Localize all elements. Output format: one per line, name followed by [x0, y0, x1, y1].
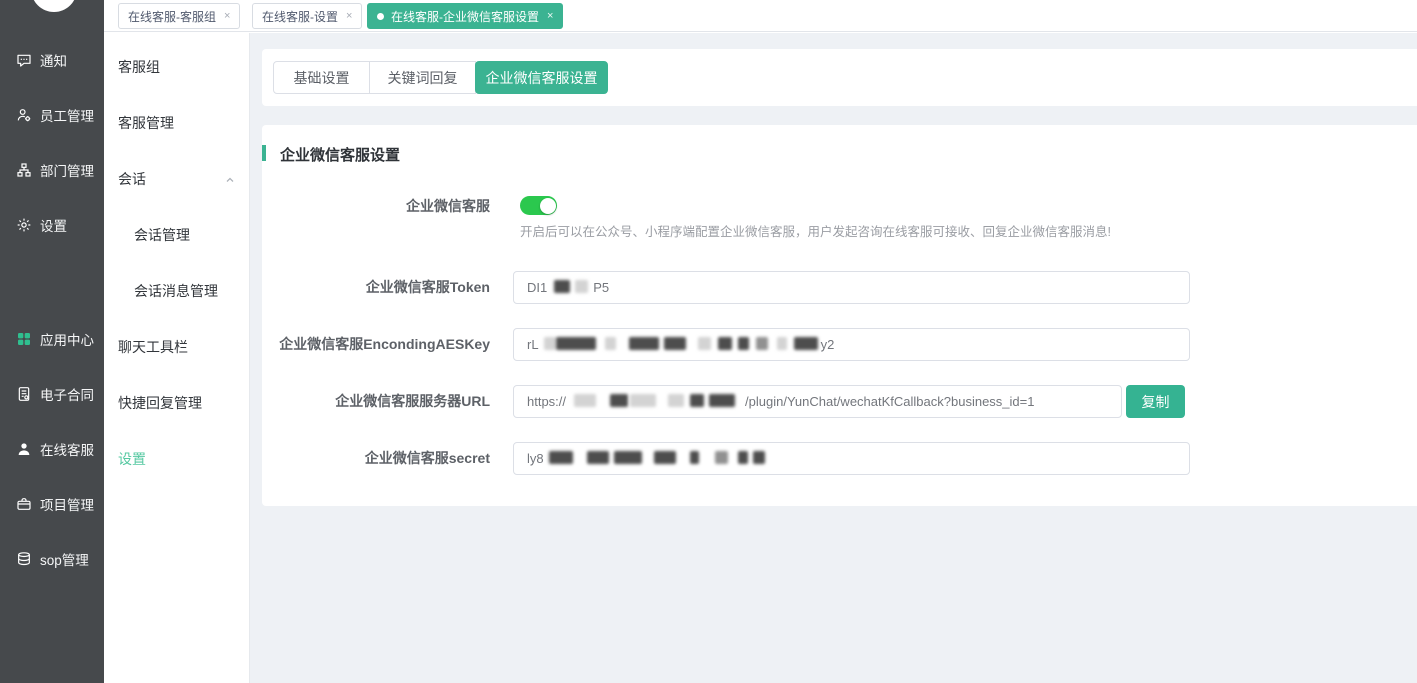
sidebar-item-projects[interactable]: 项目管理 [15, 494, 94, 514]
submenu-item-label: 设置 [118, 449, 146, 469]
sidebar-item-label: sop管理 [40, 549, 89, 569]
close-icon[interactable]: × [346, 11, 352, 22]
submenu-item-label: 快捷回复管理 [118, 393, 202, 413]
primary-sidebar: 通知 员工管理 部门管理 设置 应用中心 电子合同 在线客服 [0, 0, 104, 683]
submenu-item-sessions[interactable]: 会话 [104, 169, 250, 189]
sidebar-item-e-contract[interactable]: 电子合同 [15, 384, 94, 404]
window-tab-label: 在线客服-设置 [262, 8, 338, 25]
employee-management-icon [15, 107, 32, 124]
sidebar-item-label: 项目管理 [40, 494, 94, 514]
close-icon[interactable]: × [547, 11, 553, 22]
window-tab-label: 在线客服-客服组 [128, 8, 216, 25]
secret-label: 企业微信客服secret [262, 448, 490, 468]
sidebar-item-label: 设置 [40, 215, 67, 235]
sidebar-item-label: 员工管理 [40, 105, 94, 125]
sidebar-item-employees[interactable]: 员工管理 [15, 105, 94, 125]
submenu-item-session-management[interactable]: 会话管理 [104, 225, 250, 245]
notification-icon [15, 52, 32, 69]
submenu-item-label: 会话消息管理 [134, 281, 218, 301]
submenu-item-label: 聊天工具栏 [118, 337, 188, 357]
department-management-icon [15, 162, 32, 179]
sidebar-item-label: 在线客服 [40, 439, 94, 459]
sidebar-item-label: 应用中心 [40, 329, 94, 349]
sidebar-item-sop[interactable]: sop管理 [15, 549, 89, 569]
token-label: 企业微信客服Token [262, 277, 490, 297]
sop-management-icon [15, 551, 32, 568]
sidebar-item-label: 通知 [40, 50, 67, 70]
tab-keyword-reply[interactable]: 关键词回复 [369, 61, 476, 94]
secondary-sidebar: 客服组 客服管理 会话 会话管理 会话消息管理 聊天工具栏 快捷回复管理 设置 [104, 33, 250, 683]
sidebar-item-app-center[interactable]: 应用中心 [15, 329, 94, 349]
token-input[interactable]: DI1 P5 [513, 271, 1190, 304]
online-service-icon [15, 441, 32, 458]
toggle-label: 企业微信客服 [262, 196, 490, 216]
content-tab-group: 基础设置 关键词回复 企业微信客服设置 [273, 61, 608, 94]
window-tab-label: 在线客服-企业微信客服设置 [391, 8, 539, 25]
server-url-label: 企业微信客服服务器URL [262, 391, 490, 411]
server-url-redacted-value [566, 394, 745, 410]
submenu-item-chat-toolbar[interactable]: 聊天工具栏 [104, 337, 250, 357]
sidebar-item-departments[interactable]: 部门管理 [15, 160, 94, 180]
sidebar-item-label: 部门管理 [40, 160, 94, 180]
chevron-up-icon[interactable] [224, 173, 236, 185]
main-content: 基础设置 关键词回复 企业微信客服设置 企业微信客服设置 企业微信客服 开启后可… [250, 33, 1417, 683]
submenu-item-quick-reply[interactable]: 快捷回复管理 [104, 393, 250, 413]
secret-value-prefix: ly8 [527, 451, 544, 466]
aeskey-value-suffix: y2 [821, 337, 835, 352]
submenu-item-settings[interactable]: 设置 [104, 449, 250, 469]
server-url-value-suffix: /plugin/YunChat/wechatKfCallback?busines… [745, 394, 1034, 409]
app-center-icon [15, 331, 32, 348]
active-dot-icon [377, 13, 384, 20]
submenu-item-label: 会话管理 [134, 225, 190, 245]
sidebar-item-settings[interactable]: 设置 [15, 215, 67, 235]
token-redacted-value [547, 280, 593, 296]
server-url-value-prefix: https:// [527, 394, 566, 409]
wechat-kf-settings-panel: 企业微信客服设置 企业微信客服 开启后可以在公众号、小程序端配置企业微信客服，用… [262, 125, 1417, 506]
sidebar-item-label: 电子合同 [40, 384, 94, 404]
token-value-prefix: DI1 [527, 280, 547, 295]
token-value-suffix: P5 [593, 280, 609, 295]
submenu-item-label: 客服管理 [118, 113, 174, 133]
submenu-item-service-group[interactable]: 客服组 [104, 57, 250, 77]
aeskey-redacted-value [539, 337, 821, 353]
e-contract-icon [15, 386, 32, 403]
submenu-item-session-message-management[interactable]: 会话消息管理 [104, 281, 250, 301]
section-title: 企业微信客服设置 [280, 144, 400, 165]
submenu-item-label: 客服组 [118, 57, 160, 77]
secret-redacted-value [544, 451, 765, 467]
tab-basic-settings[interactable]: 基础设置 [273, 61, 370, 94]
submenu-item-label: 会话 [118, 169, 146, 189]
content-tabs-panel: 基础设置 关键词回复 企业微信客服设置 [262, 49, 1417, 106]
settings-icon [15, 217, 32, 234]
tab-wechat-kf-settings[interactable]: 企业微信客服设置 [475, 61, 608, 94]
window-tabstrip: 在线客服-客服组 × 在线客服-设置 × 在线客服-企业微信客服设置 × [104, 0, 1417, 32]
avatar[interactable] [31, 0, 77, 12]
secret-input[interactable]: ly8 [513, 442, 1190, 475]
close-icon[interactable]: × [224, 11, 230, 22]
project-management-icon [15, 496, 32, 513]
wechat-kf-toggle[interactable] [520, 196, 557, 215]
submenu-item-service-management[interactable]: 客服管理 [104, 113, 250, 133]
server-url-input[interactable]: https:// /plugin/YunChat/wechatKfCallback… [513, 385, 1122, 418]
sidebar-item-online-service[interactable]: 在线客服 [15, 439, 94, 459]
copy-button[interactable]: 复制 [1126, 385, 1185, 418]
section-accent-bar [262, 145, 266, 161]
window-tab-service-group[interactable]: 在线客服-客服组 × [118, 3, 240, 29]
sidebar-item-notifications[interactable]: 通知 [15, 50, 67, 70]
toggle-knob [540, 198, 556, 214]
window-tab-settings[interactable]: 在线客服-设置 × [252, 3, 362, 29]
aeskey-input[interactable]: rL y2 [513, 328, 1190, 361]
aeskey-label: 企业微信客服EncondingAESKey [262, 334, 490, 354]
aeskey-value-prefix: rL [527, 337, 539, 352]
toggle-hint: 开启后可以在公众号、小程序端配置企业微信客服，用户发起咨询在线客服可接收、回复企… [520, 221, 1111, 240]
window-tab-wechat-kf-settings[interactable]: 在线客服-企业微信客服设置 × [367, 3, 563, 29]
